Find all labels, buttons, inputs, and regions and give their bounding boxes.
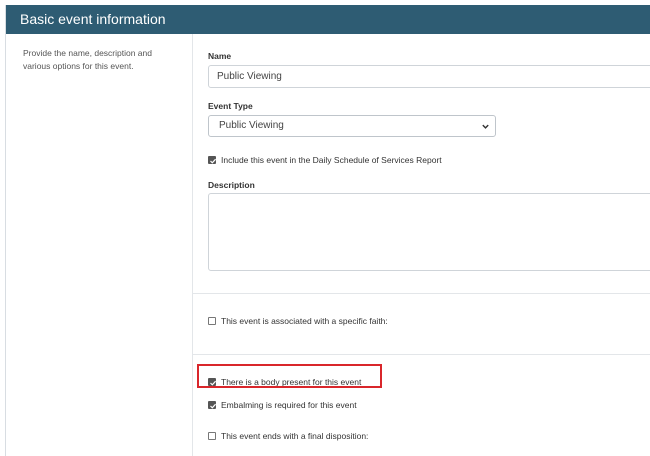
description-label: Description bbox=[208, 180, 255, 190]
form-area: Name Event Type Public Viewing Include t… bbox=[193, 34, 650, 456]
final-disposition-label: This event ends with a final disposition… bbox=[221, 431, 369, 441]
event-type-select[interactable]: Public Viewing bbox=[208, 115, 496, 137]
embalming-row[interactable]: Embalming is required for this event bbox=[208, 400, 357, 410]
embalming-label: Embalming is required for this event bbox=[221, 400, 357, 410]
divider bbox=[193, 354, 650, 355]
final-disposition-row[interactable]: This event ends with a final disposition… bbox=[208, 431, 368, 441]
sidebar: Provide the name, description and variou… bbox=[6, 34, 193, 456]
name-label: Name bbox=[208, 51, 232, 61]
checkmark-icon bbox=[210, 403, 217, 409]
include-schedule-checkbox[interactable] bbox=[208, 156, 217, 164]
description-textarea[interactable] bbox=[208, 193, 650, 271]
specific-faith-checkbox[interactable] bbox=[208, 317, 216, 325]
chevron-down-icon bbox=[482, 124, 489, 129]
section-description: Provide the name, description and variou… bbox=[23, 48, 152, 71]
embalming-checkbox[interactable] bbox=[208, 401, 217, 409]
name-input[interactable] bbox=[208, 65, 650, 88]
include-schedule-label: Include this event in the Daily Schedule… bbox=[221, 155, 442, 165]
include-schedule-row[interactable]: Include this event in the Daily Schedule… bbox=[208, 155, 442, 165]
checkmark-icon bbox=[210, 158, 217, 164]
specific-faith-label: This event is associated with a specific… bbox=[221, 316, 388, 326]
event-type-selected: Public Viewing bbox=[219, 120, 284, 131]
specific-faith-row[interactable]: This event is associated with a specific… bbox=[208, 316, 388, 326]
basic-event-panel: Basic event information Provide the name… bbox=[5, 5, 650, 456]
final-disposition-checkbox[interactable] bbox=[208, 432, 216, 440]
event-type-label: Event Type bbox=[208, 101, 253, 111]
divider bbox=[193, 293, 650, 294]
highlight-box bbox=[197, 364, 382, 388]
panel-title: Basic event information bbox=[6, 5, 650, 34]
